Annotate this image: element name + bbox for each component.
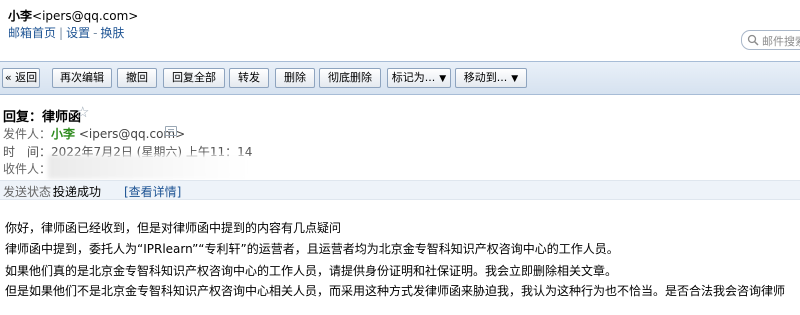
nav-separator: - bbox=[93, 26, 98, 40]
nav-separator: | bbox=[59, 26, 64, 40]
delivery-status-value: 投递成功 bbox=[53, 185, 102, 199]
search-icon bbox=[747, 34, 759, 46]
account-email: <ipers@qq.com> bbox=[32, 9, 139, 23]
body-line: 律师函中提到，委托人为“IPRlearn”“专利轩”的运营者，且运营者均为北京金… bbox=[5, 242, 619, 256]
mark-as-label: 标记为... bbox=[391, 71, 436, 84]
move-to-dropdown[interactable]: 移动到... ▼ bbox=[455, 68, 527, 88]
top-nav: 邮箱首页 | 设置 - 换肤 bbox=[8, 24, 124, 41]
chevron-down-icon: ▼ bbox=[511, 74, 519, 84]
nav-link-mail-home[interactable]: 邮箱首页 bbox=[8, 26, 56, 40]
move-to-label: 移动到... bbox=[463, 71, 508, 84]
search-placeholder: 邮件搜索 bbox=[762, 35, 800, 48]
recipient-label: 收件人： bbox=[3, 162, 52, 176]
redacted-recipient bbox=[48, 155, 248, 179]
star-icon[interactable]: ☆ bbox=[76, 103, 89, 121]
body-line: 但是如果他们不是北京金专智科知识产权咨询中心相关人员，而采用这种方式发律师函来胁… bbox=[5, 284, 786, 298]
delete-button[interactable]: 删除 bbox=[275, 68, 315, 88]
view-details-link[interactable]: [查看详情] bbox=[124, 183, 181, 200]
chevron-down-icon: ▼ bbox=[439, 74, 447, 84]
nav-link-settings[interactable]: 设置 bbox=[66, 26, 90, 40]
body-line: 如果他们真的是北京金专智科知识产权咨询中心的工作人员，请提供身份证明和社保证明。… bbox=[5, 264, 618, 278]
delete-permanent-button[interactable]: 彻底删除 bbox=[319, 68, 381, 88]
account-name: 小李 bbox=[8, 9, 33, 23]
mail-search-input[interactable]: 邮件搜索 bbox=[741, 30, 800, 50]
time-label: 时 间： bbox=[3, 145, 52, 159]
mail-subject: 回复：律师函 bbox=[3, 110, 82, 125]
reedit-button[interactable]: 再次编辑 bbox=[52, 68, 112, 88]
account-info: 小李<ipers@qq.com> bbox=[8, 7, 138, 24]
sender-name[interactable]: 小李 bbox=[51, 127, 75, 141]
mail-header: 小李<ipers@qq.com> 邮箱首页|设置-换肤 邮件搜索 bbox=[0, 0, 800, 56]
reply-all-button[interactable]: 回复全部 bbox=[163, 68, 225, 88]
nav-link-skin[interactable]: 换肤 bbox=[100, 26, 124, 40]
body-line: 你好，律师函已经收到，但是对律师函中提到的内容有几点疑问 bbox=[5, 221, 342, 235]
recall-button[interactable]: 撤回 bbox=[117, 68, 157, 88]
mark-as-dropdown[interactable]: 标记为... ▼ bbox=[387, 68, 451, 88]
mail-toolbar: « 返回 再次编辑 撤回 回复全部 转发 删除 彻底删除 标记为... ▼ 移动到… bbox=[0, 61, 800, 95]
delivery-status-bar: 发送状态： 投递成功 [查看详情] bbox=[0, 180, 800, 200]
sender-label: 发件人： bbox=[3, 127, 52, 141]
recipient-row: 收件人： bbox=[3, 160, 51, 177]
sender-row: 发件人：小李 <ipers@qq.com> bbox=[3, 125, 185, 142]
back-button[interactable]: « 返回 bbox=[2, 68, 40, 88]
contact-card-icon[interactable] bbox=[165, 126, 177, 136]
forward-button[interactable]: 转发 bbox=[229, 68, 269, 88]
